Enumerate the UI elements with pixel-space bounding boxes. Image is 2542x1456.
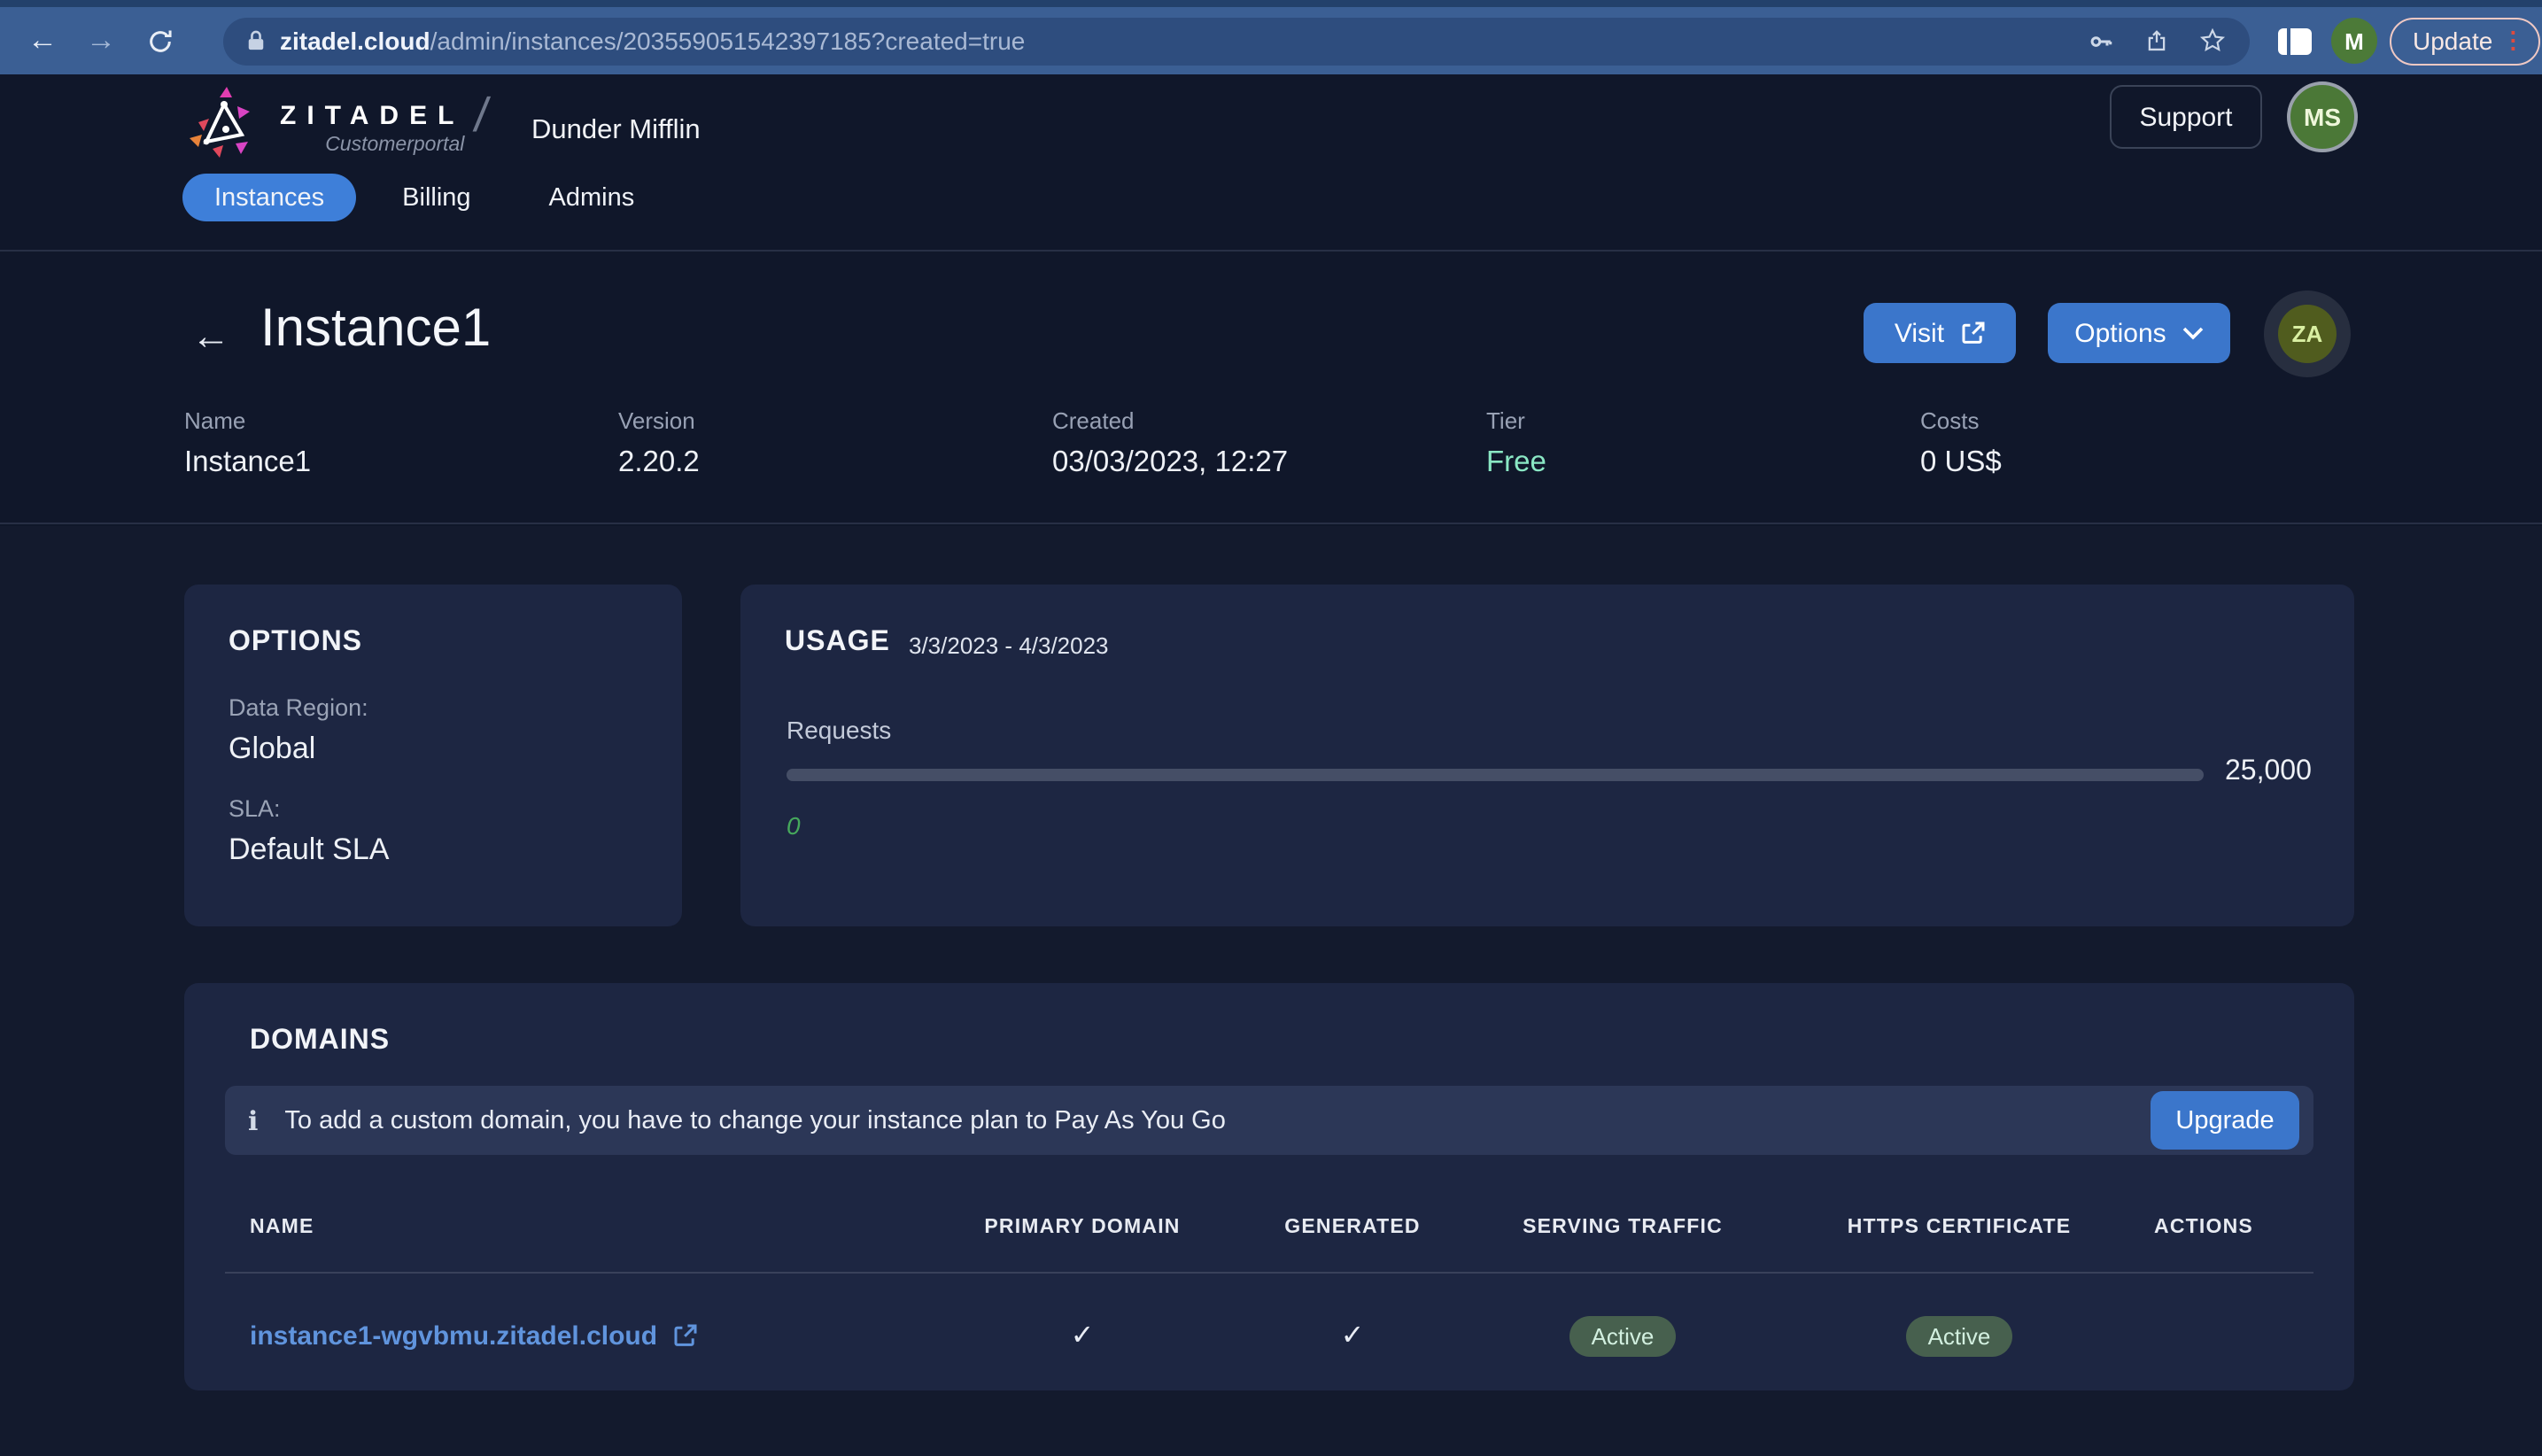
tab-admins[interactable]: Admins [517, 174, 667, 221]
meta-name: Name Instance1 [184, 407, 312, 478]
instance-header: ← Instance1 Visit Options ZA Name Instan… [0, 252, 2542, 524]
usage-period: 3/3/2023 - 4/3/2023 [909, 632, 1109, 659]
meta-tier: Tier Free [1486, 407, 1546, 478]
browser-chrome: ← → zitadel.cloud/admin/instances/203559… [0, 0, 2542, 74]
info-icon: ℹ [248, 1106, 259, 1136]
brand-name: ZITADEL [280, 101, 465, 131]
screen: ← → zitadel.cloud/admin/instances/203559… [0, 0, 2542, 1456]
sla-value: Default SLA [229, 833, 390, 866]
app-header: ZITADEL Customerportal / Dunder Mifflin … [0, 74, 2542, 252]
banner-text: To add a custom domain, you have to chan… [284, 1106, 1226, 1135]
https-certificate-badge: Active [1906, 1315, 2012, 1356]
main-tabs: Instances Billing Admins [182, 174, 666, 221]
browser-tabstrip [0, 0, 2542, 7]
brand-subtitle: Customerportal [325, 135, 465, 156]
address-bar[interactable]: zitadel.cloud/admin/instances/2035590515… [223, 17, 2250, 65]
options-card: OPTIONS Data Region: Global SLA: Default… [184, 585, 682, 926]
tab-billing[interactable]: Billing [370, 174, 502, 221]
url-host: zitadel.cloud [280, 27, 430, 55]
data-region-label: Data Region: [229, 694, 368, 721]
browser-reload-button[interactable] [138, 27, 181, 54]
instance-meta: Name Instance1 Version 2.20.2 Created 03… [184, 407, 2354, 480]
options-label: Options [2074, 318, 2166, 348]
meta-costs: Costs 0 US$ [1920, 407, 2002, 478]
domains-card-title: DOMAINS [250, 1026, 391, 1056]
back-button[interactable]: ← [191, 314, 230, 360]
url-text: zitadel.cloud/admin/instances/2035590515… [280, 27, 1025, 55]
usage-card-title: USAGE [785, 627, 890, 657]
serving-traffic-badge: Active [1569, 1315, 1676, 1356]
meta-version: Version 2.20.2 [618, 407, 700, 478]
sla-label: SLA: [229, 795, 281, 822]
options-button[interactable]: Options [2048, 303, 2230, 363]
org-name: Dunder Mifflin [531, 115, 701, 145]
domain-link[interactable]: instance1-wgvbmu.zitadel.cloud [250, 1320, 905, 1351]
content-area: OPTIONS Data Region: Global SLA: Default… [0, 526, 2542, 1456]
table-row: instance1-wgvbmu.zitadel.cloud ✓ ✓ Activ… [250, 1284, 2289, 1387]
key-icon[interactable] [2089, 27, 2115, 54]
addressbar-actions [2089, 27, 2227, 55]
browser-back-button[interactable]: ← [21, 23, 64, 58]
side-panel-icon[interactable] [2278, 27, 2312, 54]
upgrade-button[interactable]: Upgrade [2151, 1091, 2299, 1150]
browser-profile-avatar[interactable]: M [2331, 18, 2377, 64]
meta-created: Created 03/03/2023, 12:27 [1052, 407, 1289, 478]
col-primary-domain: PRIMARY DOMAIN [984, 1217, 1181, 1238]
chevron-down-icon [2182, 327, 2203, 340]
breadcrumb-divider: / [470, 89, 492, 142]
browser-update-button[interactable]: Update ⋮ [2390, 17, 2541, 65]
domains-table-header: NAME PRIMARY DOMAIN GENERATED SERVING TR… [250, 1217, 2289, 1238]
col-generated: GENERATED [1284, 1217, 1421, 1238]
browser-forward-button[interactable]: → [80, 23, 122, 58]
share-icon[interactable] [2145, 27, 2168, 54]
col-name: NAME [250, 1217, 314, 1238]
serving-traffic-cell: Active [1445, 1315, 1800, 1356]
domain-name: instance1-wgvbmu.zitadel.cloud [250, 1320, 658, 1351]
instance-avatar: ZA [2278, 305, 2337, 363]
page-title: Instance1 [260, 299, 492, 358]
tab-instances[interactable]: Instances [182, 174, 357, 221]
data-region-value: Global [229, 732, 316, 765]
col-https-certificate: HTTPS CERTIFICATE [1847, 1217, 2072, 1238]
usage-limit: 25,000 [2225, 756, 2312, 786]
https-certificate-cell: Active [1800, 1315, 2119, 1356]
lock-icon [246, 28, 266, 53]
upgrade-banner: ℹ To add a custom domain, you have to ch… [225, 1086, 2313, 1155]
browser-toolbar: ← → zitadel.cloud/admin/instances/203559… [0, 7, 2542, 74]
usage-progress-bar [787, 769, 2204, 781]
visit-label: Visit [1894, 318, 1945, 348]
usage-metric-label: Requests [787, 716, 892, 744]
update-label: Update [2413, 27, 2493, 55]
table-divider [225, 1272, 2313, 1274]
col-actions: ACTIONS [2154, 1217, 2253, 1238]
col-serving-traffic: SERVING TRAFFIC [1523, 1217, 1723, 1238]
usage-card: USAGE 3/3/2023 - 4/3/2023 Requests 25,00… [740, 585, 2354, 926]
zitadel-logo-icon[interactable] [182, 83, 267, 168]
support-button[interactable]: Support [2110, 85, 2262, 149]
bookmark-star-icon[interactable] [2198, 27, 2227, 55]
usage-used: 0 [787, 811, 801, 840]
options-card-title: OPTIONS [229, 627, 363, 657]
instance-avatar-ring[interactable]: ZA [2264, 290, 2351, 377]
primary-domain-check-icon: ✓ [1070, 1321, 1095, 1351]
brand-block: ZITADEL Customerportal [280, 101, 464, 156]
visit-button[interactable]: Visit [1864, 303, 2016, 363]
domains-card: DOMAINS ℹ To add a custom domain, you ha… [184, 983, 2354, 1390]
external-link-icon [1961, 321, 1984, 344]
reload-icon [149, 29, 171, 51]
browser-menu-icon[interactable]: ⋮ [2501, 27, 2524, 55]
generated-check-icon: ✓ [1340, 1321, 1365, 1351]
external-link-icon[interactable] [673, 1323, 698, 1348]
user-avatar[interactable]: MS [2287, 81, 2358, 152]
url-path: /admin/instances/203559051542397185?crea… [430, 27, 1026, 55]
